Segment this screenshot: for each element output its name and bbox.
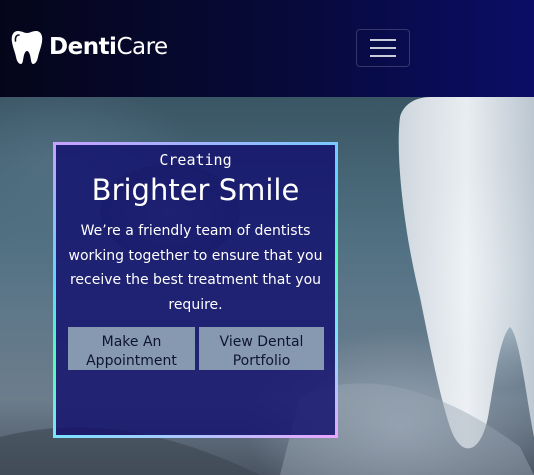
- logo-text: DentiCare: [49, 34, 168, 60]
- navbar: DentiCare: [0, 0, 534, 97]
- logo-text-light: Care: [116, 34, 168, 60]
- hero-description: We’re a friendly team of dentists workin…: [68, 223, 323, 313]
- hero-subtitle: Creating: [159, 151, 232, 169]
- logo-text-bold: Denti: [49, 34, 117, 60]
- hamburger-icon: [370, 39, 396, 57]
- view-portfolio-button[interactable]: View Dental Portfolio: [199, 327, 324, 370]
- tooth-icon: [11, 31, 43, 64]
- menu-toggle-button[interactable]: [356, 29, 410, 67]
- hero-title: Brighter Smile: [91, 173, 300, 207]
- hero-card: Creating Brighter Smile We’re a friendly…: [53, 142, 338, 438]
- make-appointment-button[interactable]: Make An Appointment: [68, 327, 195, 370]
- logo[interactable]: DentiCare: [10, 27, 168, 67]
